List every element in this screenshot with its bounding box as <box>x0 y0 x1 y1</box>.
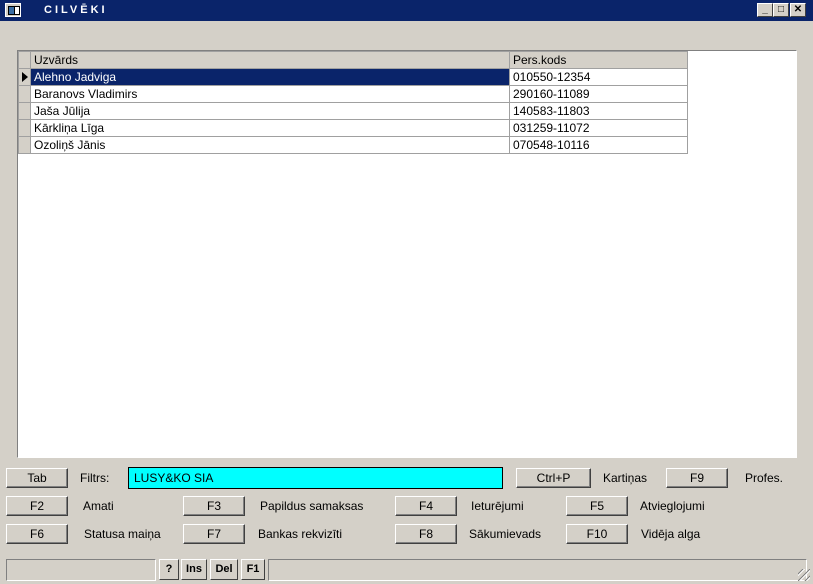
status-bar-message <box>268 559 807 581</box>
f3-label: Papildus samaksas <box>260 499 364 513</box>
row-indicator <box>18 119 31 137</box>
window-title: CILVĒKI <box>44 4 108 16</box>
f8-button[interactable]: F8 <box>395 524 457 544</box>
f4-label: Ieturējumi <box>471 499 524 513</box>
app-icon[interactable] <box>5 3 21 17</box>
tab-button[interactable]: Tab <box>6 468 68 488</box>
ins-key-button[interactable]: Ins <box>181 559 207 580</box>
f8-label: Sākumievads <box>469 527 542 541</box>
resize-grip-icon[interactable] <box>798 569 810 581</box>
maximize-button[interactable]: □ <box>773 3 789 17</box>
status-bar-panel <box>6 559 156 581</box>
current-row-arrow-icon <box>22 72 28 82</box>
f4-button[interactable]: F4 <box>395 496 457 516</box>
surname-cell[interactable]: Jaša Jūlija <box>30 102 510 120</box>
row-indicator <box>18 68 31 86</box>
f2-button[interactable]: F2 <box>6 496 68 516</box>
f1-key-button[interactable]: F1 <box>241 559 265 580</box>
minimize-icon: _ <box>762 4 768 15</box>
personal-code-cell[interactable]: 140583-11803 <box>509 102 688 120</box>
f5-label: Atvieglojumi <box>640 499 705 513</box>
help-key-button[interactable]: ? <box>159 559 179 580</box>
close-icon: ✕ <box>793 4 803 15</box>
close-button[interactable]: ✕ <box>790 3 806 17</box>
surname-cell[interactable]: Ozoliņš Jānis <box>30 136 510 154</box>
people-grid[interactable]: Uzvārds Pers.kods Alehno Jadviga 010550-… <box>17 50 797 458</box>
title-bar[interactable]: CILVĒKI _ □ ✕ <box>0 0 813 21</box>
f10-label: Vidēja alga <box>641 527 701 541</box>
row-indicator <box>18 102 31 120</box>
f3-button[interactable]: F3 <box>183 496 245 516</box>
del-key-button[interactable]: Del <box>210 559 238 580</box>
table-row[interactable]: Alehno Jadviga 010550-12354 <box>18 68 688 86</box>
ctrl-p-button[interactable]: Ctrl+P <box>516 468 591 488</box>
row-indicator <box>18 85 31 103</box>
table-row[interactable]: Kārkliņa Līga 031259-11072 <box>18 119 688 137</box>
surname-cell[interactable]: Alehno Jadviga <box>30 68 510 86</box>
personal-code-cell[interactable]: 010550-12354 <box>509 68 688 86</box>
f2-label: Amati <box>83 499 114 513</box>
ctrl-p-label: Kartiņas <box>603 471 648 485</box>
header-indicator <box>18 51 31 69</box>
f7-button[interactable]: F7 <box>183 524 245 544</box>
f5-button[interactable]: F5 <box>566 496 628 516</box>
filter-label: Filtrs: <box>80 471 110 485</box>
row-indicator <box>18 136 31 154</box>
f6-button[interactable]: F6 <box>6 524 68 544</box>
people-table: Uzvārds Pers.kods Alehno Jadviga 010550-… <box>18 51 688 154</box>
table-row[interactable]: Baranovs Vladimirs 290160-11089 <box>18 85 688 103</box>
surname-cell[interactable]: Kārkliņa Līga <box>30 119 510 137</box>
personal-code-cell[interactable]: 070548-10116 <box>509 136 688 154</box>
grid-header-row: Uzvārds Pers.kods <box>18 51 688 69</box>
filter-input[interactable]: LUSY&KO SIA <box>128 467 503 489</box>
column-header-surname[interactable]: Uzvārds <box>30 51 510 69</box>
table-row[interactable]: Ozoliņš Jānis 070548-10116 <box>18 136 688 154</box>
f10-button[interactable]: F10 <box>566 524 628 544</box>
f6-label: Statusa maiņa <box>84 527 161 541</box>
maximize-icon: □ <box>777 4 785 15</box>
minimize-button[interactable]: _ <box>757 3 773 17</box>
table-row[interactable]: Jaša Jūlija 140583-11803 <box>18 102 688 120</box>
surname-cell[interactable]: Baranovs Vladimirs <box>30 85 510 103</box>
f9-label: Profes. <box>745 471 784 485</box>
personal-code-cell[interactable]: 290160-11089 <box>509 85 688 103</box>
f7-label: Bankas rekvizīti <box>258 527 343 541</box>
personal-code-cell[interactable]: 031259-11072 <box>509 119 688 137</box>
column-header-personal-code[interactable]: Pers.kods <box>509 51 688 69</box>
f9-button[interactable]: F9 <box>666 468 728 488</box>
